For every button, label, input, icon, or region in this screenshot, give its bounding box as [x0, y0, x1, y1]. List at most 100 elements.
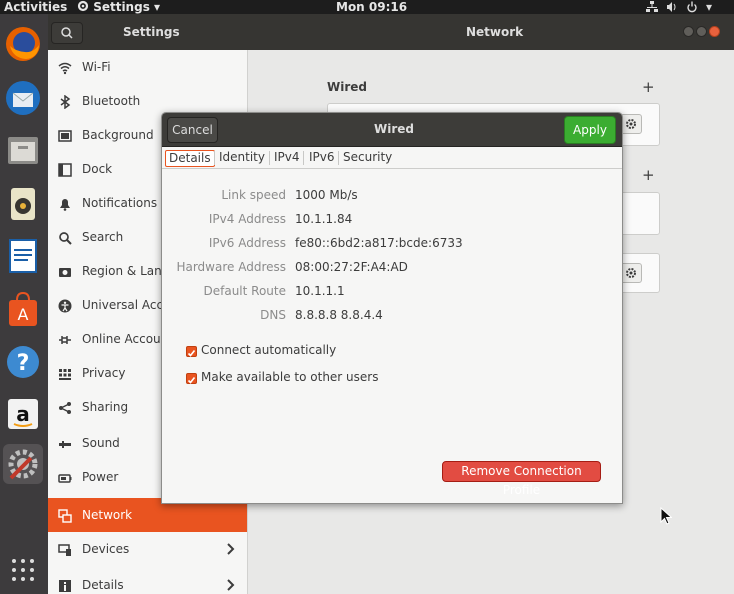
tab-separator	[303, 151, 304, 165]
tab-identity[interactable]: Identity	[216, 150, 268, 167]
sidebar-item-label: Search	[82, 230, 124, 244]
close-button[interactable]	[709, 26, 720, 37]
sidebar-item-label: Online Accoun	[82, 332, 169, 346]
wifi-icon	[58, 62, 72, 75]
sidebar-item-label: Sharing	[82, 400, 129, 414]
tab-details[interactable]: Details	[165, 150, 215, 167]
wired-heading: Wired	[327, 80, 367, 94]
gear-icon	[626, 119, 636, 129]
chevron-down-icon: ▾	[706, 0, 713, 14]
files-icon[interactable]	[3, 130, 43, 170]
tab-ipv6[interactable]: IPv6	[306, 150, 338, 167]
sidebar-item-devices[interactable]: Devices	[48, 532, 247, 566]
dock-icon	[58, 163, 72, 177]
apply-button[interactable]: Apply	[564, 116, 616, 144]
share-icon	[59, 402, 71, 414]
wired-settings-button[interactable]	[620, 114, 642, 134]
sidebar-item-label: Bluetooth	[82, 94, 141, 108]
power-icon	[687, 1, 697, 13]
dns-label: DNS	[260, 308, 286, 322]
remove-connection-profile-button[interactable]: Remove Connection Profile	[442, 461, 601, 497]
checkmark-icon	[187, 350, 196, 357]
dock: A ? a	[0, 14, 48, 594]
make-available-checkbox[interactable]	[186, 373, 197, 384]
hardware-address-label: Hardware Address	[176, 260, 286, 274]
window-controls	[683, 26, 720, 37]
sidebar-item-label: Power	[82, 470, 119, 484]
tab-bar: Details Identity IPv4 IPv6 Security	[162, 147, 622, 169]
sidebar-item-label: Background	[82, 128, 154, 142]
top-bar: Activities Settings ▾ Mon 09:16 ▾	[0, 0, 734, 14]
app-menu-label: Settings	[93, 0, 150, 14]
sidebar-item-wifi[interactable]: Wi-Fi	[48, 50, 247, 84]
sidebar-item-label: Universal Acce	[82, 298, 171, 312]
sidebar-item-label: Dock	[82, 162, 113, 176]
online-accounts-icon	[59, 336, 71, 344]
tab-security[interactable]: Security	[340, 150, 395, 167]
connect-automatically-label[interactable]: Connect automatically	[201, 343, 336, 357]
ipv6-address-value: fe80::6bd2:a817:bcde:6733	[295, 236, 463, 250]
svg-text:a: a	[16, 402, 30, 426]
ipv4-address-value: 10.1.1.84	[295, 212, 353, 226]
network-wired-icon	[646, 1, 658, 12]
system-tray[interactable]: ▾	[646, 0, 712, 14]
make-available-label[interactable]: Make available to other users	[201, 370, 378, 384]
sound-icon	[59, 441, 71, 448]
rhythmbox-icon[interactable]	[3, 184, 43, 224]
cancel-button[interactable]: Cancel	[167, 117, 218, 143]
connect-automatically-checkbox[interactable]	[186, 346, 197, 357]
bell-icon	[60, 199, 70, 211]
clock[interactable]: Mon 09:16	[336, 0, 407, 14]
ipv6-address-label: IPv6 Address	[208, 236, 286, 250]
svg-text:?: ?	[17, 351, 30, 376]
help-icon[interactable]: ?	[3, 342, 43, 382]
gear-icon	[626, 268, 636, 278]
sidebar-item-label: Privacy	[82, 366, 126, 380]
search-icon	[61, 27, 73, 39]
sidebar-item-details[interactable]: Details	[48, 568, 247, 594]
checkmark-icon	[187, 377, 196, 384]
background-icon	[58, 130, 72, 142]
accessibility-icon	[58, 299, 72, 313]
tab-ipv4[interactable]: IPv4	[271, 150, 303, 167]
dialog-title: Wired	[374, 122, 414, 136]
amazon-icon[interactable]: a	[3, 394, 43, 434]
maximize-button[interactable]	[696, 26, 707, 37]
sidebar-item-label: Notifications	[82, 196, 158, 210]
libreoffice-writer-icon[interactable]	[3, 236, 43, 276]
search-button[interactable]	[51, 22, 83, 44]
dialog-headerbar: Cancel Wired Apply	[162, 113, 622, 147]
svg-text:A: A	[18, 305, 29, 324]
default-route-value: 10.1.1.1	[295, 284, 345, 298]
chevron-down-icon: ▾	[154, 0, 161, 14]
bluetooth-icon	[60, 95, 71, 109]
show-apps-icon[interactable]	[3, 550, 43, 590]
mouse-pointer-icon	[660, 507, 672, 525]
sidebar-item-label: Details	[82, 578, 124, 592]
page-title: Network	[466, 25, 524, 39]
tab-separator	[269, 151, 270, 165]
chevron-right-icon	[227, 579, 235, 591]
activities-button[interactable]: Activities	[4, 0, 67, 14]
details-icon	[59, 580, 71, 592]
ipv4-address-label: IPv4 Address	[208, 212, 286, 226]
firefox-icon[interactable]	[3, 24, 43, 64]
thunderbird-icon[interactable]	[3, 78, 43, 118]
dns-value: 8.8.8.8 8.8.4.4	[295, 308, 383, 322]
power-icon	[58, 474, 72, 483]
add-vpn-button[interactable]: +	[642, 166, 655, 184]
proxy-settings-button[interactable]	[620, 263, 642, 283]
sidebar-item-label: Devices	[82, 542, 130, 556]
link-speed-value: 1000 Mb/s	[295, 188, 358, 202]
settings-icon[interactable]	[3, 444, 43, 484]
privacy-icon	[59, 369, 71, 380]
volume-icon	[667, 2, 676, 12]
sidebar-item-label: Sound	[82, 436, 120, 450]
hardware-address-value: 08:00:27:2F:A4:AD	[295, 260, 408, 274]
tab-separator	[214, 151, 215, 165]
ubuntu-software-icon[interactable]: A	[3, 290, 43, 330]
link-speed-label: Link speed	[221, 188, 286, 202]
add-wired-button[interactable]: +	[642, 78, 655, 96]
app-menu[interactable]: Settings ▾	[77, 0, 160, 14]
minimize-button[interactable]	[683, 26, 694, 37]
